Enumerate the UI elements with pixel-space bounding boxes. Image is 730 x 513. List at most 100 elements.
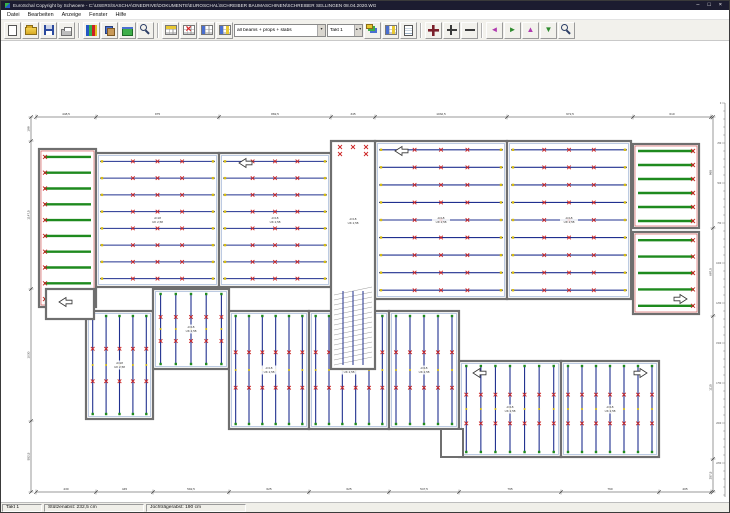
svg-text:445: 445 bbox=[122, 487, 127, 491]
minimize-button[interactable]: – bbox=[696, 1, 699, 10]
magnifier-icon bbox=[140, 24, 147, 31]
room-horizontal-beams: d=18UK 2,58 bbox=[375, 141, 507, 299]
menubar: DateiBearbeitenAnzeigeFensterHilfe bbox=[1, 10, 729, 20]
dimension-line-v: 1881147,51030552,5 bbox=[26, 115, 33, 494]
svg-text:975: 975 bbox=[155, 112, 160, 116]
dimension-line-v: 865687,51115257,5 bbox=[708, 115, 715, 494]
svg-text:1030: 1030 bbox=[26, 351, 30, 358]
table-blue-button[interactable] bbox=[198, 22, 215, 39]
print-button[interactable] bbox=[58, 22, 75, 39]
pan-icon bbox=[428, 25, 439, 36]
green-beam-section bbox=[633, 232, 699, 314]
svg-text:1115: 1115 bbox=[708, 384, 712, 391]
spinner-arrows-icon[interactable]: ▲▼ bbox=[354, 25, 362, 36]
svg-text:448,5: 448,5 bbox=[62, 112, 70, 116]
svg-text:2000: 2000 bbox=[716, 423, 722, 425]
layers-icon bbox=[366, 24, 373, 29]
formwork-3d-button[interactable] bbox=[101, 22, 118, 39]
logo-icon bbox=[86, 25, 97, 36]
menu-hilfe[interactable]: Hilfe bbox=[111, 12, 130, 18]
cubes-icon bbox=[104, 25, 115, 36]
stair-core: d=18UK 2,58 bbox=[331, 141, 375, 369]
floor-plan[interactable]: 448,5975882,53451032,5972,5610430445592,… bbox=[1, 41, 729, 502]
plus-icon bbox=[447, 25, 457, 35]
window-controls: – □ × bbox=[696, 1, 725, 10]
titlebar: EuroSchal Copyright by Schwoere - C:\USE… bbox=[1, 1, 729, 10]
pan-button[interactable] bbox=[425, 22, 442, 39]
grid-color-button[interactable] bbox=[382, 22, 399, 39]
svg-text:UK 2,58: UK 2,58 bbox=[264, 370, 275, 374]
svg-text:1500: 1500 bbox=[716, 343, 722, 345]
grid-delete-button[interactable] bbox=[180, 22, 197, 39]
svg-text:865: 865 bbox=[708, 170, 712, 175]
zoom-in-button[interactable] bbox=[443, 22, 460, 39]
toolbar-separator bbox=[420, 23, 422, 38]
room-vertical-beams: d=18UK 2,58 bbox=[561, 361, 659, 457]
room-vertical-beams: d=18UK 2,58 bbox=[86, 311, 153, 419]
svg-text:UK 2,58: UK 2,58 bbox=[344, 370, 355, 374]
table-columns-button[interactable] bbox=[216, 22, 233, 39]
svg-text:UK 2,58: UK 2,58 bbox=[348, 221, 359, 225]
drawing-canvas: 448,5975882,53451032,5972,5610430445592,… bbox=[1, 41, 729, 502]
takt-indicator: Takt 1 bbox=[2, 504, 42, 512]
pan-down-button[interactable]: ▼ bbox=[540, 22, 557, 39]
svg-text:687,5: 687,5 bbox=[708, 268, 712, 276]
slab-icon bbox=[122, 28, 133, 36]
zoom-info-button[interactable] bbox=[137, 22, 154, 39]
green-beam-section bbox=[633, 144, 699, 228]
layers-button[interactable] bbox=[364, 22, 381, 39]
menu-fenster[interactable]: Fenster bbox=[85, 12, 111, 18]
svg-text:UK 2,58: UK 2,58 bbox=[270, 220, 281, 224]
svg-text:UK 2,58: UK 2,58 bbox=[152, 220, 163, 224]
menu-anzeige[interactable]: Anzeige bbox=[58, 12, 85, 18]
svg-text:2250: 2250 bbox=[716, 463, 722, 465]
room-vertical-beams: d=18UK 2,58 bbox=[459, 361, 561, 457]
svg-text:750: 750 bbox=[717, 223, 722, 225]
svg-text:430: 430 bbox=[63, 487, 68, 491]
dimension-line-h: 430445592,5625625547,5795760405 bbox=[34, 487, 713, 494]
dimension-line-h: 448,5975882,53451032,5972,5610 bbox=[34, 112, 713, 119]
close-button[interactable]: × bbox=[719, 1, 722, 10]
view-filter-dropdown[interactable]: all beams + props + slabs▼ bbox=[234, 24, 326, 37]
pan-left-button[interactable]: ◄ bbox=[486, 22, 503, 39]
grid-yellow-button[interactable] bbox=[162, 22, 179, 39]
open-file-button[interactable] bbox=[22, 22, 39, 39]
arr-left-icon: ◄ bbox=[489, 24, 501, 36]
grid-multi-icon bbox=[385, 25, 397, 35]
pan-right-button[interactable]: ► bbox=[504, 22, 521, 39]
zoom-out-button[interactable] bbox=[461, 22, 478, 39]
svg-text:760: 760 bbox=[607, 487, 612, 491]
slab-view-button[interactable] bbox=[119, 22, 136, 39]
menu-bearbeiten[interactable]: Bearbeiten bbox=[24, 12, 58, 18]
new-document-button[interactable] bbox=[4, 22, 21, 39]
svg-text:345: 345 bbox=[350, 112, 355, 116]
svg-text:625: 625 bbox=[266, 487, 271, 491]
svg-text:610: 610 bbox=[669, 112, 674, 116]
svg-text:UK 2,58: UK 2,58 bbox=[186, 329, 197, 333]
arr-down-icon: ▼ bbox=[543, 24, 555, 36]
svg-text:188: 188 bbox=[26, 126, 30, 131]
notes-icon bbox=[404, 25, 413, 36]
open-icon bbox=[25, 27, 37, 35]
minus-icon bbox=[465, 25, 475, 35]
svg-text:972,5: 972,5 bbox=[566, 112, 574, 116]
svg-text:0: 0 bbox=[720, 103, 722, 105]
print-icon bbox=[61, 29, 72, 36]
plan-notch bbox=[441, 429, 463, 457]
svg-text:1750: 1750 bbox=[716, 383, 722, 385]
room-vertical-beams: d=18UK 2,58 bbox=[153, 289, 229, 369]
app-icon bbox=[5, 3, 10, 8]
takt-spinner[interactable]: Takt 1▲▼ bbox=[327, 24, 363, 37]
euroschal-logo-button[interactable] bbox=[83, 22, 100, 39]
room-vertical-beams: d=18UK 2,58 bbox=[389, 311, 459, 429]
save-button[interactable] bbox=[40, 22, 57, 39]
pan-up-button[interactable]: ▲ bbox=[522, 22, 539, 39]
zoom-window-button[interactable] bbox=[558, 22, 575, 39]
maximize-button[interactable]: □ bbox=[707, 1, 710, 10]
window-title: EuroSchal Copyright by Schwoere - C:\USE… bbox=[13, 3, 693, 8]
menu-datei[interactable]: Datei bbox=[3, 12, 24, 18]
notes-button[interactable] bbox=[400, 22, 417, 39]
dropdown-caret-icon[interactable]: ▼ bbox=[317, 25, 325, 36]
room-horizontal-beams: d=18UK 2,58 bbox=[96, 153, 219, 287]
save-icon bbox=[44, 25, 54, 35]
